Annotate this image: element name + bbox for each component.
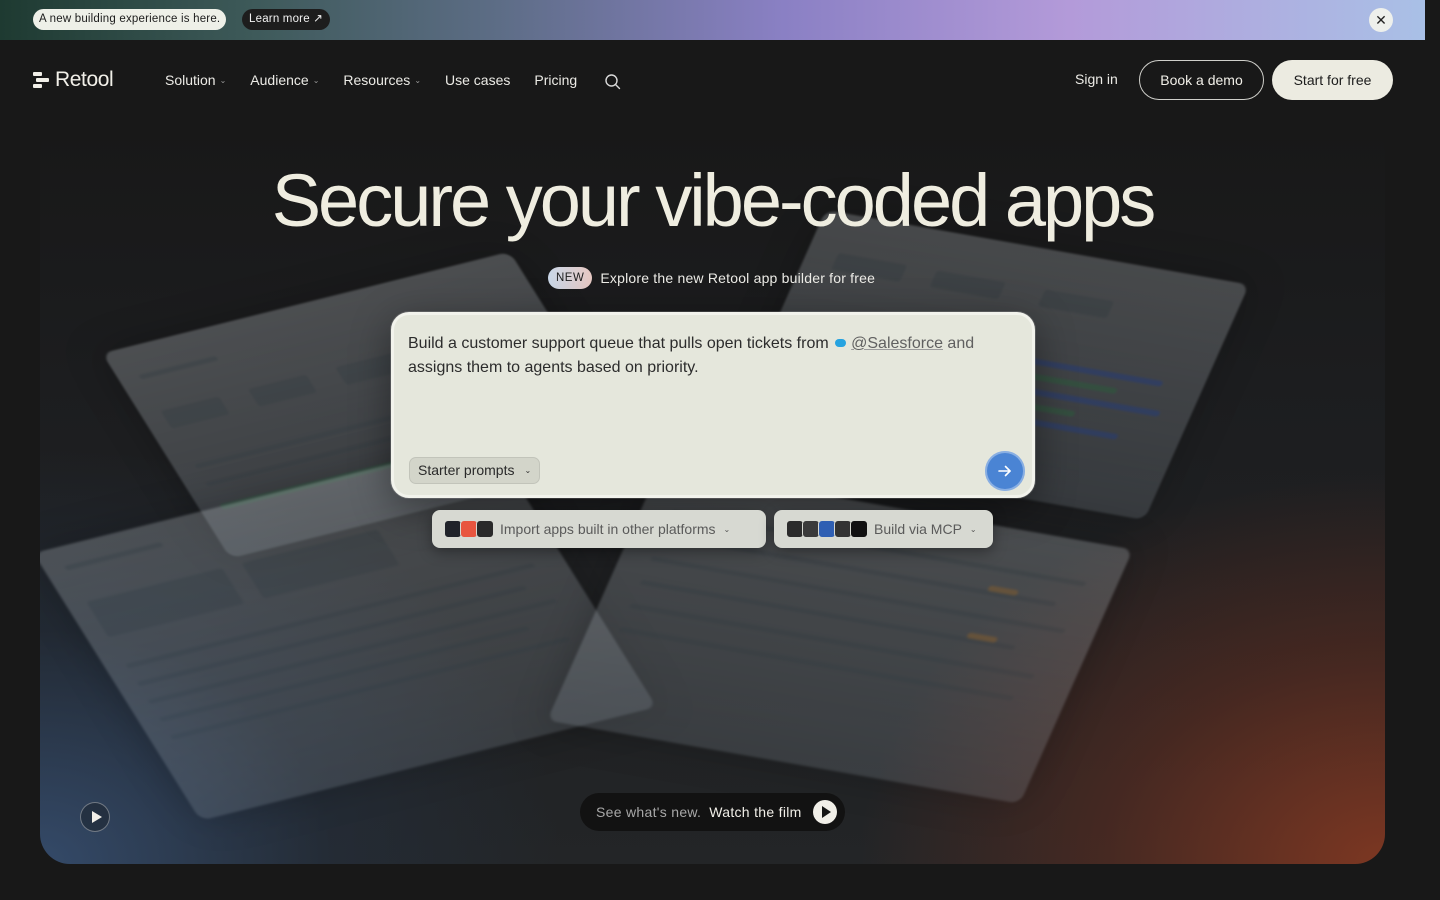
nav-solution-label: Solution — [165, 72, 216, 88]
chevron-down-icon: ⌄ — [414, 75, 422, 85]
chevron-down-icon: ⌄ — [524, 466, 532, 475]
watch-film-button[interactable]: See what's new. Watch the film — [580, 793, 845, 831]
learn-more-link[interactable]: Learn more ↗ — [242, 9, 331, 30]
nav-use-cases[interactable]: Use cases — [445, 72, 510, 88]
build-mcp-label: Build via MCP — [874, 521, 962, 537]
starter-prompts-dropdown[interactable]: Starter prompts ⌄ — [409, 457, 541, 484]
logo-text: Retool — [55, 68, 114, 91]
start-free-button[interactable]: Start for free — [1272, 60, 1393, 100]
new-badge: NEW — [548, 267, 593, 289]
arrow-right-icon — [998, 465, 1011, 477]
play-icon — [813, 800, 837, 824]
chevron-down-icon: ⌄ — [969, 524, 977, 534]
retool-logo[interactable]: Retool — [33, 68, 114, 92]
announcement-text: A new building experience is here. — [33, 9, 227, 30]
mcp-client-icons — [786, 520, 868, 538]
see-whats-new-text: See what's new. — [596, 804, 702, 820]
import-apps-button[interactable]: Import apps built in other platforms ⌄ — [432, 510, 766, 548]
chevron-down-icon: ⌄ — [219, 75, 227, 85]
announcement-bar: A new building experience is here. Learn… — [0, 0, 1425, 40]
prompt-text-part: assigns them to agents based on priority… — [408, 359, 699, 376]
salesforce-icon — [835, 339, 847, 348]
close-icon[interactable]: ✕ — [1369, 8, 1393, 32]
chevron-down-icon: ⌄ — [312, 75, 320, 85]
play-icon — [92, 811, 102, 823]
nav-pricing-label: Pricing — [534, 72, 578, 88]
prompt-box[interactable]: Build a customer support queue that pull… — [391, 312, 1035, 498]
build-mcp-button[interactable]: Build via MCP ⌄ — [774, 510, 993, 548]
search-icon[interactable] — [604, 73, 622, 91]
sign-in-link[interactable]: Sign in — [1075, 71, 1118, 87]
scrollbar-track — [1425, 0, 1440, 900]
watch-film-text: Watch the film — [709, 804, 802, 820]
new-builder-text: Explore the new Retool app builder for f… — [600, 270, 876, 286]
salesforce-mention: @Salesforce — [851, 335, 943, 352]
nav-resources-label: Resources — [343, 72, 411, 88]
nav-solution[interactable]: Solution ⌄ — [165, 72, 226, 88]
book-demo-button[interactable]: Book a demo — [1139, 60, 1264, 100]
prompt-text-part: Build a customer support queue that pull… — [408, 335, 829, 352]
send-button[interactable] — [985, 451, 1025, 491]
replit-icon — [476, 520, 494, 538]
prompt-text-part: and — [942, 335, 975, 352]
platform-icons — [444, 520, 494, 538]
nav-use-cases-label: Use cases — [445, 72, 511, 88]
nav-pricing[interactable]: Pricing — [534, 72, 577, 88]
starter-prompts-label: Starter prompts — [418, 462, 515, 478]
nav-audience-label: Audience — [250, 72, 309, 88]
import-apps-label: Import apps built in other platforms — [500, 521, 716, 537]
hero-title: Secure your vibe-coded apps — [271, 159, 1157, 242]
nav-resources[interactable]: Resources ⌄ — [343, 72, 421, 88]
retool-logo-icon — [33, 72, 49, 88]
ghost-icon — [850, 520, 868, 538]
chevron-down-icon: ⌄ — [723, 524, 731, 534]
main-nav: Solution ⌄ Audience ⌄ Resources ⌄ Use cases… — [165, 72, 577, 88]
prompt-text[interactable]: Build a customer support queue that pull… — [408, 332, 1008, 380]
nav-audience[interactable]: Audience ⌄ — [250, 72, 319, 88]
new-builder-link[interactable]: NEW Explore the new Retool app builder f… — [548, 267, 875, 289]
play-button[interactable] — [80, 802, 110, 832]
